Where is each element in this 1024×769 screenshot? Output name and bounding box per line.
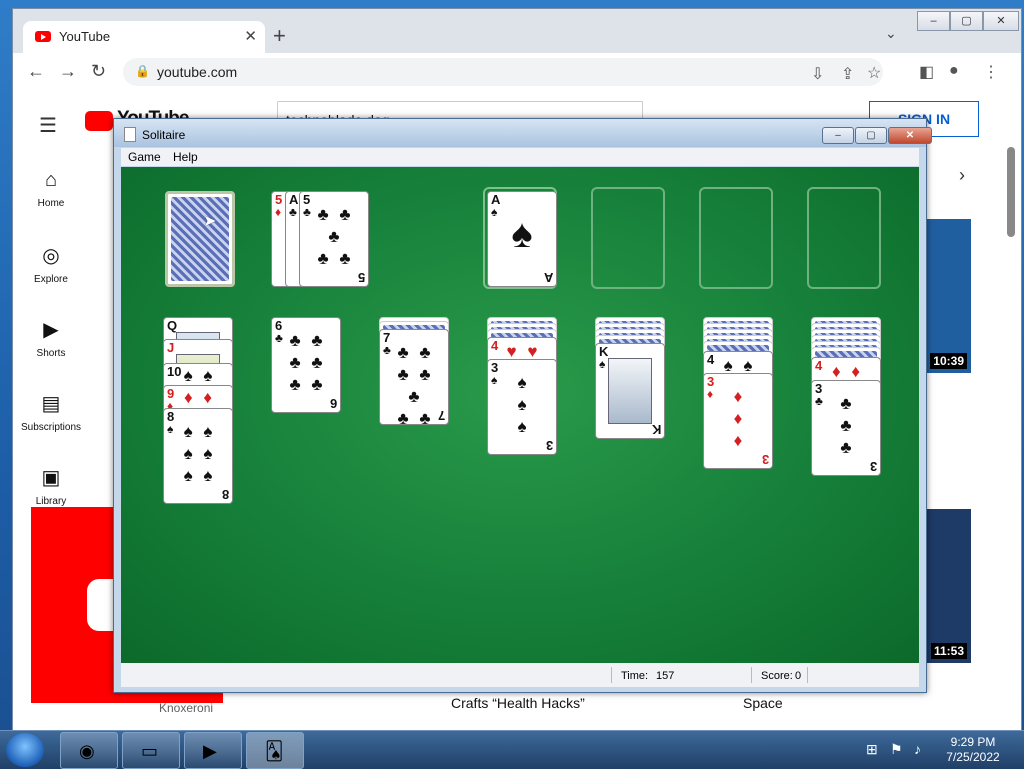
side-panel-icon[interactable]: ◧ (919, 62, 934, 82)
volume-icon[interactable]: ♪ (914, 741, 921, 757)
tab-strip: YouTube ✕ + ⌄ – ▢ ✕ (13, 9, 1021, 53)
profile-icon[interactable]: ● (949, 62, 959, 80)
tableau-card[interactable]: 6 ♣ ♣ ♣ ♣ ♣ ♣ ♣ 6 (271, 317, 341, 413)
foundation-slot[interactable]: A ♠ ♠ A (483, 187, 557, 289)
hamburger-menu-icon[interactable]: ☰ (39, 113, 57, 138)
video-duration: 11:53 (930, 643, 967, 659)
address-bar[interactable]: 🔒 youtube.com ⇩ ⇪ ☆ (123, 58, 883, 86)
sidebar-item-subscriptions[interactable]: ▤ Subscriptions (13, 391, 89, 433)
install-icon[interactable]: ⇩ (811, 64, 824, 84)
bookmark-star-icon[interactable]: ☆ (867, 63, 881, 83)
mouse-cursor-icon: ➤ (203, 213, 217, 230)
video-duration: 10:39 (930, 353, 967, 369)
reload-icon[interactable]: ↻ (91, 61, 106, 82)
home-icon: ⌂ (44, 169, 58, 191)
explore-icon: ◎ (42, 245, 60, 267)
channel-name[interactable]: Knoxeroni (159, 701, 213, 715)
library-icon: ▣ (41, 467, 61, 489)
chrome-icon: ◉ (79, 741, 95, 761)
url-text: youtube.com (157, 64, 238, 80)
video-title[interactable]: Crafts “Health Hacks” (451, 695, 585, 711)
maximize-button[interactable]: ▢ (855, 127, 887, 144)
taskbar-solitaire[interactable]: 🂡 (246, 732, 304, 769)
menu-game[interactable]: Game (128, 150, 161, 164)
taskbar-media-player[interactable]: ▶ (184, 732, 242, 769)
menu-help[interactable]: Help (173, 150, 198, 164)
clock-date: 7/25/2022 (946, 750, 1000, 764)
tableau-card[interactable]: 3 ♦ ♦ ♦ ♦ 3 (703, 373, 773, 469)
menu-kebab-icon[interactable]: ⋮ (983, 62, 999, 82)
back-arrow-icon[interactable]: ← (27, 61, 45, 82)
sidebar-item-library[interactable]: ▣ Library (13, 465, 89, 507)
solitaire-icon: 🂡 (265, 741, 284, 761)
tab-close-icon[interactable]: ✕ (244, 27, 257, 45)
minimize-button[interactable]: – (822, 127, 854, 144)
youtube-logo-icon[interactable] (85, 111, 113, 131)
taskbar: ◉ ▭ ▶ 🂡 ⊞ ⚑ ♪ 9:29 PM 7/25/2022 (0, 730, 1024, 769)
game-board: 5♦ A♣ 5♣ ♣ ♣♣♣ ♣ 5 A♠ ♠ A Q J 10 ♠ ♠ ♠ 9… (121, 167, 919, 663)
tableau-card[interactable]: 8 ♠ ♠ ♠ ♠ ♠ ♠ ♠ 8 (163, 408, 233, 504)
minimize-button[interactable]: – (917, 11, 950, 31)
explorer-icon: ▭ (141, 741, 159, 761)
tab-youtube[interactable]: YouTube ✕ (23, 21, 265, 53)
tableau-card[interactable]: K ♠ K (595, 343, 665, 439)
tableau-card[interactable]: 7 ♣ ♣ ♣ ♣ ♣ ♣ ♣ ♣ 7 (379, 329, 449, 428)
foundation-slot[interactable] (699, 187, 773, 289)
video-title[interactable]: Space (743, 695, 783, 711)
foundation-slot[interactable] (591, 187, 665, 289)
media-player-icon: ▶ (203, 741, 217, 761)
sidebar-item-home[interactable]: ⌂ Home (13, 169, 89, 209)
foundation-card[interactable]: A ♠ ♠ A (487, 191, 557, 287)
shorts-icon: ▶ (43, 319, 59, 341)
chevron-right-icon[interactable]: › (959, 165, 965, 186)
tableau-card[interactable]: 3 ♠ ♠ ♠ ♠ 3 (487, 359, 557, 455)
tableau-card[interactable]: 3 ♣ ♣ ♣ ♣ 3 (811, 380, 881, 476)
start-button[interactable] (6, 733, 44, 767)
sidebar-item-shorts[interactable]: ▶ Shorts (13, 317, 89, 359)
foundation-slot[interactable] (807, 187, 881, 289)
tab-search-chevron-icon[interactable]: ⌄ (885, 25, 897, 42)
close-button[interactable]: ✕ (888, 127, 932, 144)
window-title: Solitaire (142, 128, 186, 142)
taskbar-chrome[interactable]: ◉ (60, 732, 118, 769)
video-thumbnail[interactable]: 11:53 (925, 509, 971, 663)
time-value: 157 (656, 670, 675, 682)
maximize-button[interactable]: ▢ (950, 11, 983, 31)
page-scrollbar[interactable] (1007, 147, 1015, 237)
youtube-favicon-icon (35, 31, 51, 42)
share-icon[interactable]: ⇪ (841, 64, 854, 84)
solitaire-titlebar[interactable]: Solitaire – ▢ ✕ (114, 119, 932, 147)
close-button[interactable]: ✕ (983, 11, 1019, 31)
tab-title: YouTube (59, 29, 111, 44)
score-value: 0 (795, 670, 802, 682)
lock-icon: 🔒 (135, 64, 150, 78)
action-center-icon[interactable]: ⚑ (890, 741, 903, 758)
subscriptions-icon: ▤ (41, 393, 61, 415)
clock[interactable]: 9:29 PM 7/25/2022 (940, 735, 1006, 765)
video-thumbnail[interactable]: 10:39 (925, 219, 971, 373)
waste-top-card[interactable]: 5 ♣ ♣ ♣ ♣ ♣ ♣ 5 (299, 191, 369, 287)
score-label: Score: (761, 670, 793, 682)
stock-pile[interactable] (165, 191, 235, 287)
clock-time: 9:29 PM (950, 735, 996, 749)
new-tab-button[interactable]: + (273, 23, 286, 49)
sidebar-item-explore[interactable]: ◎ Explore (13, 243, 89, 285)
browser-toolbar: ← → ↻ 🔒 youtube.com ⇩ ⇪ ☆ ◧ ● ⋮ (13, 53, 1021, 91)
network-icon[interactable]: ⊞ (866, 741, 878, 758)
forward-arrow-icon[interactable]: → (59, 61, 77, 82)
solitaire-app-icon (124, 127, 136, 142)
status-bar: Time: 157 Score: 0 (121, 663, 919, 687)
time-label: Time: (621, 670, 649, 682)
taskbar-explorer[interactable]: ▭ (122, 732, 180, 769)
menu-bar: Game Help (121, 148, 919, 166)
spade-icon: ♠ (511, 212, 533, 256)
solitaire-window: Solitaire – ▢ ✕ Game Help 5 ♦ A ♣ 5 ♣ ♣ ♣ ♣ ♣… (113, 118, 932, 693)
